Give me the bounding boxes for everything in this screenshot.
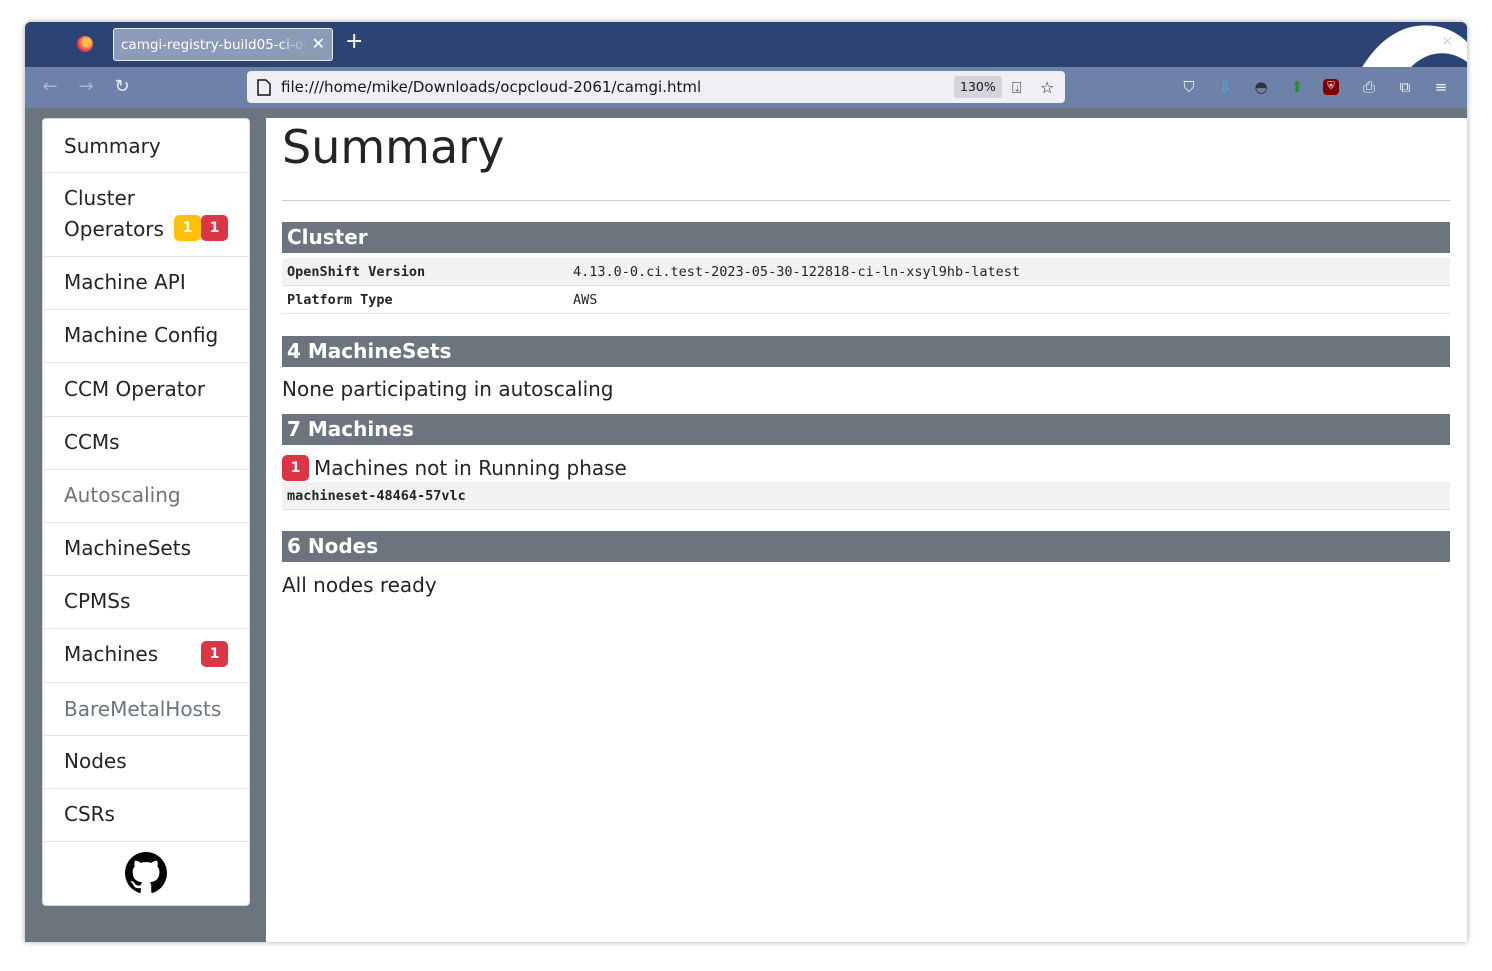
sidebar-item-machine-config[interactable]: Machine Config: [43, 310, 249, 363]
sidebar-item-label: CCM Operator: [64, 377, 206, 401]
forward-arrow-icon[interactable]: →: [75, 76, 97, 98]
menu-icon[interactable]: ≡: [1431, 77, 1451, 97]
sidebar-footer: [43, 842, 249, 905]
tab-title: camgi-registry-build05-ci-op: [121, 37, 307, 53]
error-badge: 1: [282, 455, 309, 481]
tab-strip: camgi-registry-build05-ci-op ✕ + ✕: [25, 22, 1467, 108]
pocket-icon[interactable]: ⛉: [1179, 77, 1199, 97]
reader-view-icon[interactable]: ⍗: [1012, 78, 1022, 98]
row-value: AWS: [573, 292, 598, 308]
page-title: Summary: [282, 120, 505, 174]
warning-badge: 1: [174, 215, 201, 241]
page-icon: [257, 79, 271, 96]
url-bar[interactable]: file:///home/mike/Downloads/ocpcloud-206…: [247, 71, 1065, 103]
sidebar-item-cpmss[interactable]: CPMSs: [43, 576, 249, 629]
section-header-cluster: Cluster: [282, 222, 1450, 253]
nav-toolbar: ← → ↻ file:///home/mike/Downloads/ocpclo…: [25, 67, 1467, 108]
sidebar-item-label: Machines: [64, 642, 159, 666]
sidebar-item-ccm-operator[interactable]: CCM Operator: [43, 363, 249, 417]
sidebar-item-label: Operators: [64, 217, 164, 241]
sidebar-item-label: CCMs: [64, 430, 120, 454]
divider: [282, 200, 1450, 201]
table-row: Platform Type AWS: [282, 286, 1450, 314]
sidebar-item-label: CSRs: [64, 802, 115, 826]
url-text[interactable]: file:///home/mike/Downloads/ocpcloud-206…: [281, 78, 701, 96]
sidebar-item-label: Cluster: [64, 186, 135, 210]
print-icon[interactable]: ⎙: [1359, 77, 1379, 97]
ublock-icon[interactable]: ⛨: [1323, 79, 1339, 95]
tab-close-icon[interactable]: ✕: [312, 34, 325, 53]
sidebar-item-summary[interactable]: Summary: [43, 119, 249, 173]
sidebar-nav: Summary Cluster Operators 1 1 Machine AP…: [42, 118, 250, 906]
sidebar-item-autoscaling[interactable]: Autoscaling: [43, 470, 249, 523]
section-header-machines: 7 Machines: [282, 414, 1450, 445]
reload-icon[interactable]: ↻: [111, 76, 133, 98]
main-panel: Summary Cluster OpenShift Version 4.13.0…: [266, 118, 1467, 942]
tab-active[interactable]: camgi-registry-build05-ci-op ✕: [113, 28, 333, 61]
row-key: OpenShift Version: [287, 264, 426, 280]
error-badge: 1: [201, 215, 228, 241]
window-close-icon[interactable]: ✕: [1441, 34, 1453, 50]
sidebar-item-label: Summary: [64, 134, 161, 158]
row-key: Platform Type: [287, 292, 393, 308]
sidebar-item-label: Machine Config: [64, 323, 219, 347]
downloads-icon[interactable]: ⇩: [1215, 77, 1235, 97]
browser-window: camgi-registry-build05-ci-op ✕ + ✕ ← → ↻…: [25, 22, 1467, 942]
sidebar-item-label: Nodes: [64, 749, 127, 773]
extension-raccoon-icon[interactable]: ◓: [1251, 77, 1271, 97]
section-header-nodes: 6 Nodes: [282, 531, 1450, 562]
row-value: 4.13.0-0.ci.test-2023-05-30-122818-ci-ln…: [573, 264, 1021, 280]
extension-arrow-icon[interactable]: ⬆: [1287, 77, 1307, 97]
sidebar-item-nodes[interactable]: Nodes: [43, 736, 249, 789]
sidebar-item-label: BareMetalHosts: [64, 697, 222, 721]
machines-status-text: Machines not in Running phase: [314, 456, 627, 480]
sidebar-item-csrs[interactable]: CSRs: [43, 789, 249, 842]
sidebar-item-label: Machine API: [64, 270, 186, 294]
sidebar-item-label: MachineSets: [64, 536, 191, 560]
github-icon[interactable]: [125, 852, 167, 894]
extensions-puzzle-icon[interactable]: ⧉: [1395, 77, 1415, 97]
sidebar-item-machinesets[interactable]: MachineSets: [43, 523, 249, 576]
error-badge: 1: [201, 641, 228, 667]
machinesets-status-text: None participating in autoscaling: [282, 377, 614, 401]
back-arrow-icon[interactable]: ←: [39, 76, 61, 98]
sidebar-item-baremetalhosts[interactable]: BareMetalHosts: [43, 683, 249, 736]
sidebar-item-label: Autoscaling: [64, 483, 181, 507]
zoom-indicator[interactable]: 130%: [954, 76, 1002, 98]
sidebar-item-label: CPMSs: [64, 589, 131, 613]
firefox-icon: [77, 36, 93, 52]
machine-name: machineset-48464-57vlc: [287, 488, 466, 504]
table-row: machineset-48464-57vlc: [282, 482, 1450, 510]
sidebar-item-machine-api[interactable]: Machine API: [43, 257, 249, 310]
bookmark-star-icon[interactable]: ☆: [1040, 78, 1054, 97]
sidebar-item-ccms[interactable]: CCMs: [43, 417, 249, 470]
new-tab-button[interactable]: +: [345, 30, 363, 54]
sidebar-item-cluster-operators[interactable]: Cluster Operators 1 1: [43, 173, 249, 257]
page-content: Summary Cluster Operators 1 1 Machine AP…: [25, 108, 1467, 942]
table-row: OpenShift Version 4.13.0-0.ci.test-2023-…: [282, 258, 1450, 286]
nodes-status-text: All nodes ready: [282, 573, 437, 597]
sidebar-item-machines[interactable]: Machines 1: [43, 629, 249, 683]
section-header-machinesets: 4 MachineSets: [282, 336, 1450, 367]
